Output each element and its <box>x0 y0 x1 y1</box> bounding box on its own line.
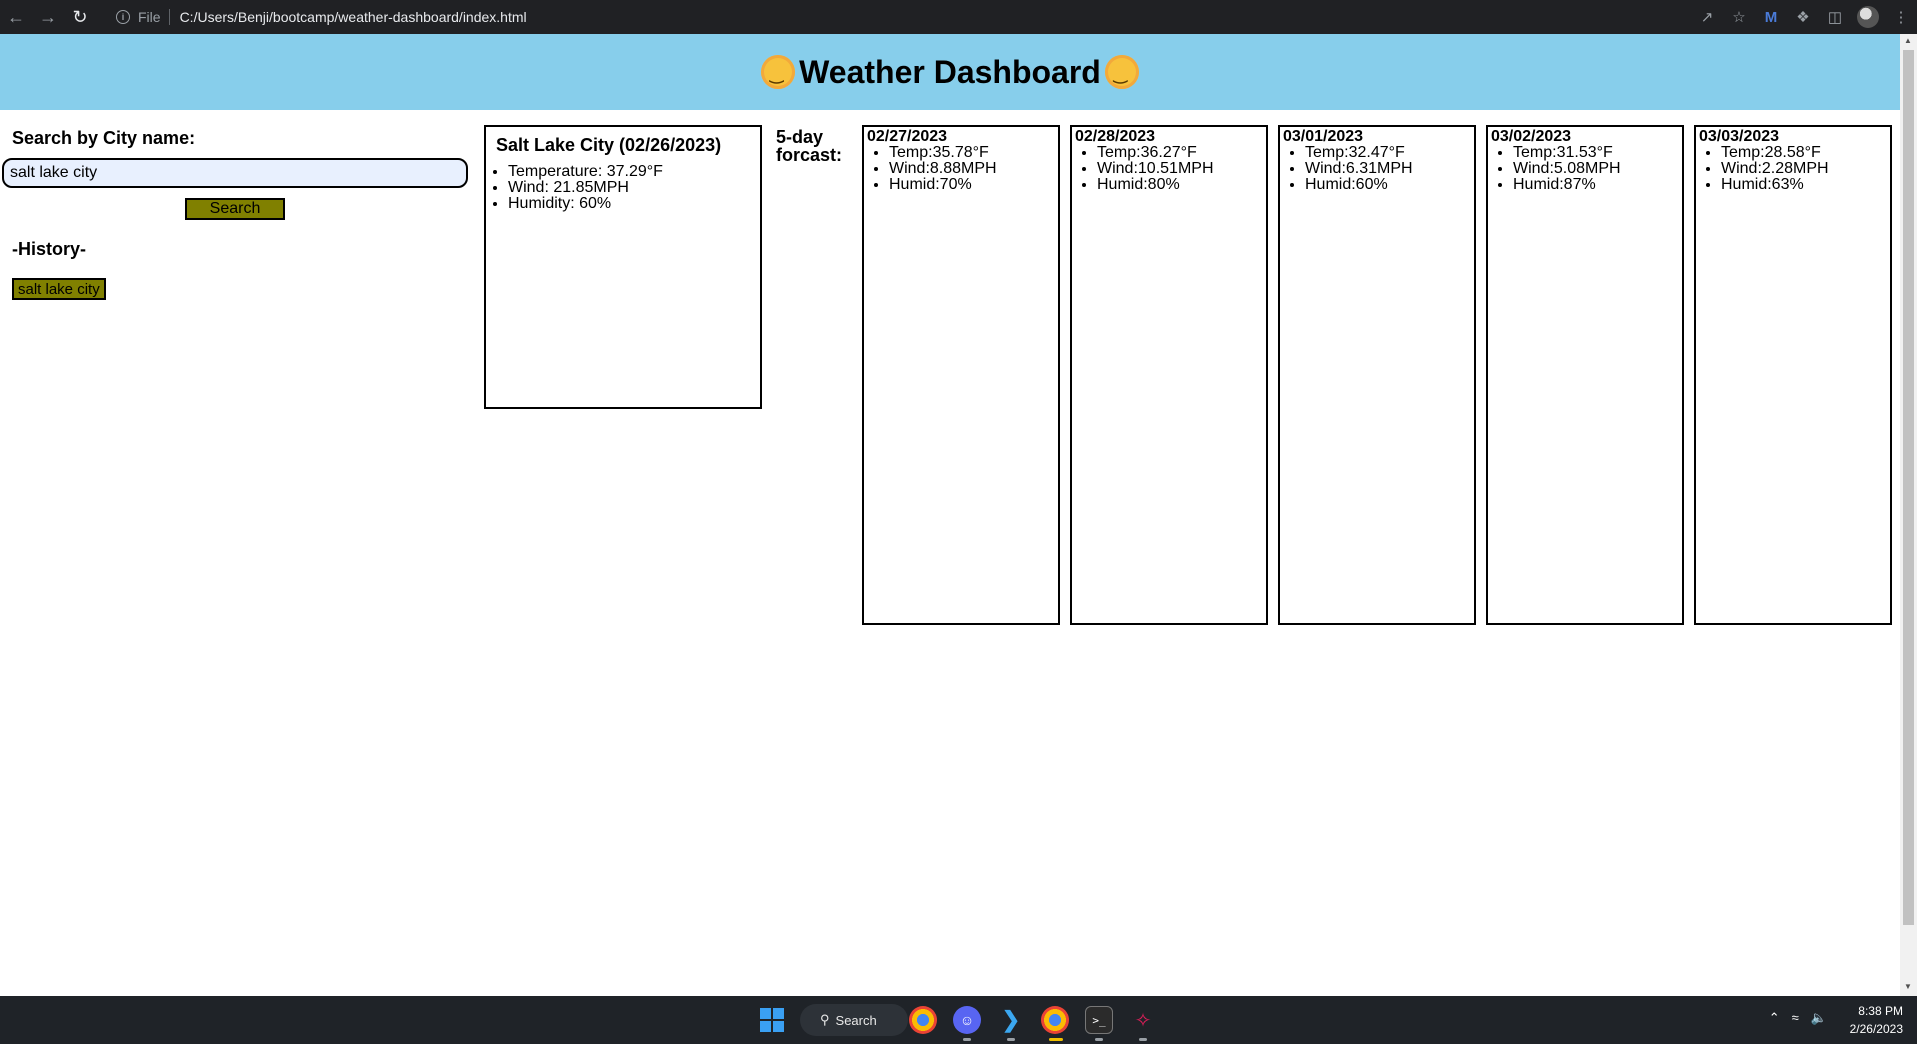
browser-toolbar: ← → ↻ i File C:/Users/Benji/bootcamp/wea… <box>0 0 1917 34</box>
page-title: Weather Dashboard <box>757 54 1143 91</box>
current-wind: Wind: 21.85MPH <box>508 180 750 196</box>
forecast-temp: Temp:36.27°F <box>1097 145 1263 161</box>
forecast-date: 03/01/2023 <box>1283 128 1364 145</box>
file-scheme-label: File <box>138 9 161 25</box>
forecast-list: Temp:28.58°F Wind:2.28MPH Humid:63% <box>1699 145 1887 193</box>
current-weather-card: Salt Lake City (02/26/2023) Temperature:… <box>484 125 762 409</box>
forecast-humid: Humid:87% <box>1513 177 1679 193</box>
search-button[interactable]: Search <box>185 198 285 220</box>
forecast-humid: Humid:80% <box>1097 177 1263 193</box>
terminal-app-icon[interactable]: >_ <box>1085 1006 1113 1034</box>
history-item-button[interactable]: salt lake city <box>12 278 106 300</box>
forecast-card: 02/28/2023 Temp:36.27°F Wind:10.51MPH Hu… <box>1070 125 1268 625</box>
windows-taskbar: ⚲ Search ☺ ❯ >_ ✧ ⌃ ≈ 🔈 8:38 PM 2/26/202… <box>0 996 1917 1044</box>
smiling-sun-icon <box>1104 55 1139 89</box>
city-search-input[interactable] <box>2 158 468 188</box>
forecast-wind: Wind:2.28MPH <box>1721 161 1887 177</box>
page-header: Weather Dashboard <box>0 34 1900 110</box>
current-temperature: Temperature: 37.29°F <box>508 164 750 180</box>
forecast-list: Temp:31.53°F Wind:5.08MPH Humid:87% <box>1491 145 1679 193</box>
address-separator <box>168 9 170 25</box>
forecast-temp: Temp:31.53°F <box>1513 145 1679 161</box>
search-icon: ⚲ <box>820 1012 830 1027</box>
search-label: Search by City name: <box>12 128 196 148</box>
forecast-wind: Wind:6.31MPH <box>1305 161 1471 177</box>
current-city-title: Salt Lake City (02/26/2023) <box>496 135 722 155</box>
extension-m-icon[interactable]: M <box>1755 0 1787 34</box>
forecast-card: 03/01/2023 Temp:32.47°F Wind:6.31MPH Hum… <box>1278 125 1476 625</box>
scroll-up-arrow-icon[interactable]: ▲ <box>1904 36 1912 45</box>
side-panel-icon[interactable]: ◫ <box>1819 0 1851 34</box>
star-icon[interactable]: ☆ <box>1723 0 1755 34</box>
chevron-up-icon[interactable]: ⌃ <box>1769 1010 1780 1026</box>
menu-kebab-icon[interactable]: ⋮ <box>1885 0 1917 34</box>
scroll-down-arrow-icon[interactable]: ▼ <box>1904 982 1912 991</box>
back-arrow-icon[interactable]: ← <box>0 0 32 34</box>
forecast-list: Temp:36.27°F Wind:10.51MPH Humid:80% <box>1075 145 1263 193</box>
speaker-icon[interactable]: 🔈 <box>1811 1010 1827 1026</box>
forecast-wind: Wind:8.88MPH <box>889 161 1055 177</box>
forecast-temp: Temp:28.58°F <box>1721 145 1887 161</box>
forecast-humid: Humid:63% <box>1721 177 1887 193</box>
address-bar[interactable]: i File C:/Users/Benji/bootcamp/weather-d… <box>106 4 1686 30</box>
chrome-active-app-icon[interactable] <box>1041 1006 1069 1034</box>
profile-avatar[interactable] <box>1857 6 1879 28</box>
page-viewport: Weather Dashboard Search by City name: S… <box>0 34 1900 996</box>
forecast-temp: Temp:35.78°F <box>889 145 1055 161</box>
forecast-card: 02/27/2023 Temp:35.78°F Wind:8.88MPH Hum… <box>862 125 1060 625</box>
forecast-date: 02/27/2023 <box>867 128 948 145</box>
clock[interactable]: 8:38 PM 2/26/2023 <box>1850 1002 1903 1038</box>
history-heading: -History- <box>12 239 87 259</box>
url-text[interactable]: C:/Users/Benji/bootcamp/weather-dashboar… <box>180 9 527 25</box>
wifi-icon[interactable]: ≈ <box>1792 1010 1799 1026</box>
page-title-text: Weather Dashboard <box>799 53 1101 90</box>
forecast-date: 03/03/2023 <box>1699 128 1780 145</box>
system-tray: ⌃ ≈ 🔈 <box>1769 1010 1827 1026</box>
forward-arrow-icon[interactable]: → <box>32 0 64 34</box>
discord-app-icon[interactable]: ☺ <box>953 1006 981 1034</box>
slack-app-icon[interactable]: ✧ <box>1129 1006 1157 1034</box>
windows-start-icon[interactable] <box>760 1008 784 1032</box>
running-indicator <box>1139 1038 1147 1041</box>
reload-icon[interactable]: ↻ <box>64 0 96 34</box>
forecast-list: Temp:32.47°F Wind:6.31MPH Humid:60% <box>1283 145 1471 193</box>
running-indicator <box>963 1038 971 1041</box>
active-indicator <box>1049 1038 1063 1041</box>
forecast-humid: Humid:70% <box>889 177 1055 193</box>
page-scrollbar[interactable]: ▲ ▼ <box>1900 34 1917 996</box>
info-icon[interactable]: i <box>116 10 130 24</box>
taskbar-search[interactable]: ⚲ Search <box>800 1004 908 1036</box>
current-weather-list: Temperature: 37.29°F Wind: 21.85MPH Humi… <box>496 164 750 212</box>
smiling-sun-icon <box>761 55 796 89</box>
browser-actions: ↗ ☆ M ❖ ◫ ⋮ <box>1691 0 1917 34</box>
running-indicator <box>1007 1038 1015 1041</box>
taskbar-search-label: Search <box>835 1012 877 1028</box>
clock-time: 8:38 PM <box>1858 1004 1903 1018</box>
forecast-card: 03/03/2023 Temp:28.58°F Wind:2.28MPH Hum… <box>1694 125 1892 625</box>
forecast-heading: 5-day forcast: <box>776 127 843 165</box>
forecast-wind: Wind:5.08MPH <box>1513 161 1679 177</box>
forecast-date: 02/28/2023 <box>1075 128 1156 145</box>
forecast-list: Temp:35.78°F Wind:8.88MPH Humid:70% <box>867 145 1055 193</box>
forecast-card: 03/02/2023 Temp:31.53°F Wind:5.08MPH Hum… <box>1486 125 1684 625</box>
forecast-date: 03/02/2023 <box>1491 128 1572 145</box>
chrome-app-icon[interactable] <box>909 1006 937 1034</box>
forecast-wind: Wind:10.51MPH <box>1097 161 1263 177</box>
clock-date: 2/26/2023 <box>1849 1022 1903 1036</box>
forecast-temp: Temp:32.47°F <box>1305 145 1471 161</box>
running-indicator <box>1095 1038 1103 1041</box>
forecast-humid: Humid:60% <box>1305 177 1471 193</box>
scroll-thumb[interactable] <box>1903 50 1914 925</box>
current-humidity: Humidity: 60% <box>508 196 750 212</box>
vscode-app-icon[interactable]: ❯ <box>997 1006 1025 1034</box>
share-icon[interactable]: ↗ <box>1691 0 1723 34</box>
puzzle-icon[interactable]: ❖ <box>1787 0 1819 34</box>
